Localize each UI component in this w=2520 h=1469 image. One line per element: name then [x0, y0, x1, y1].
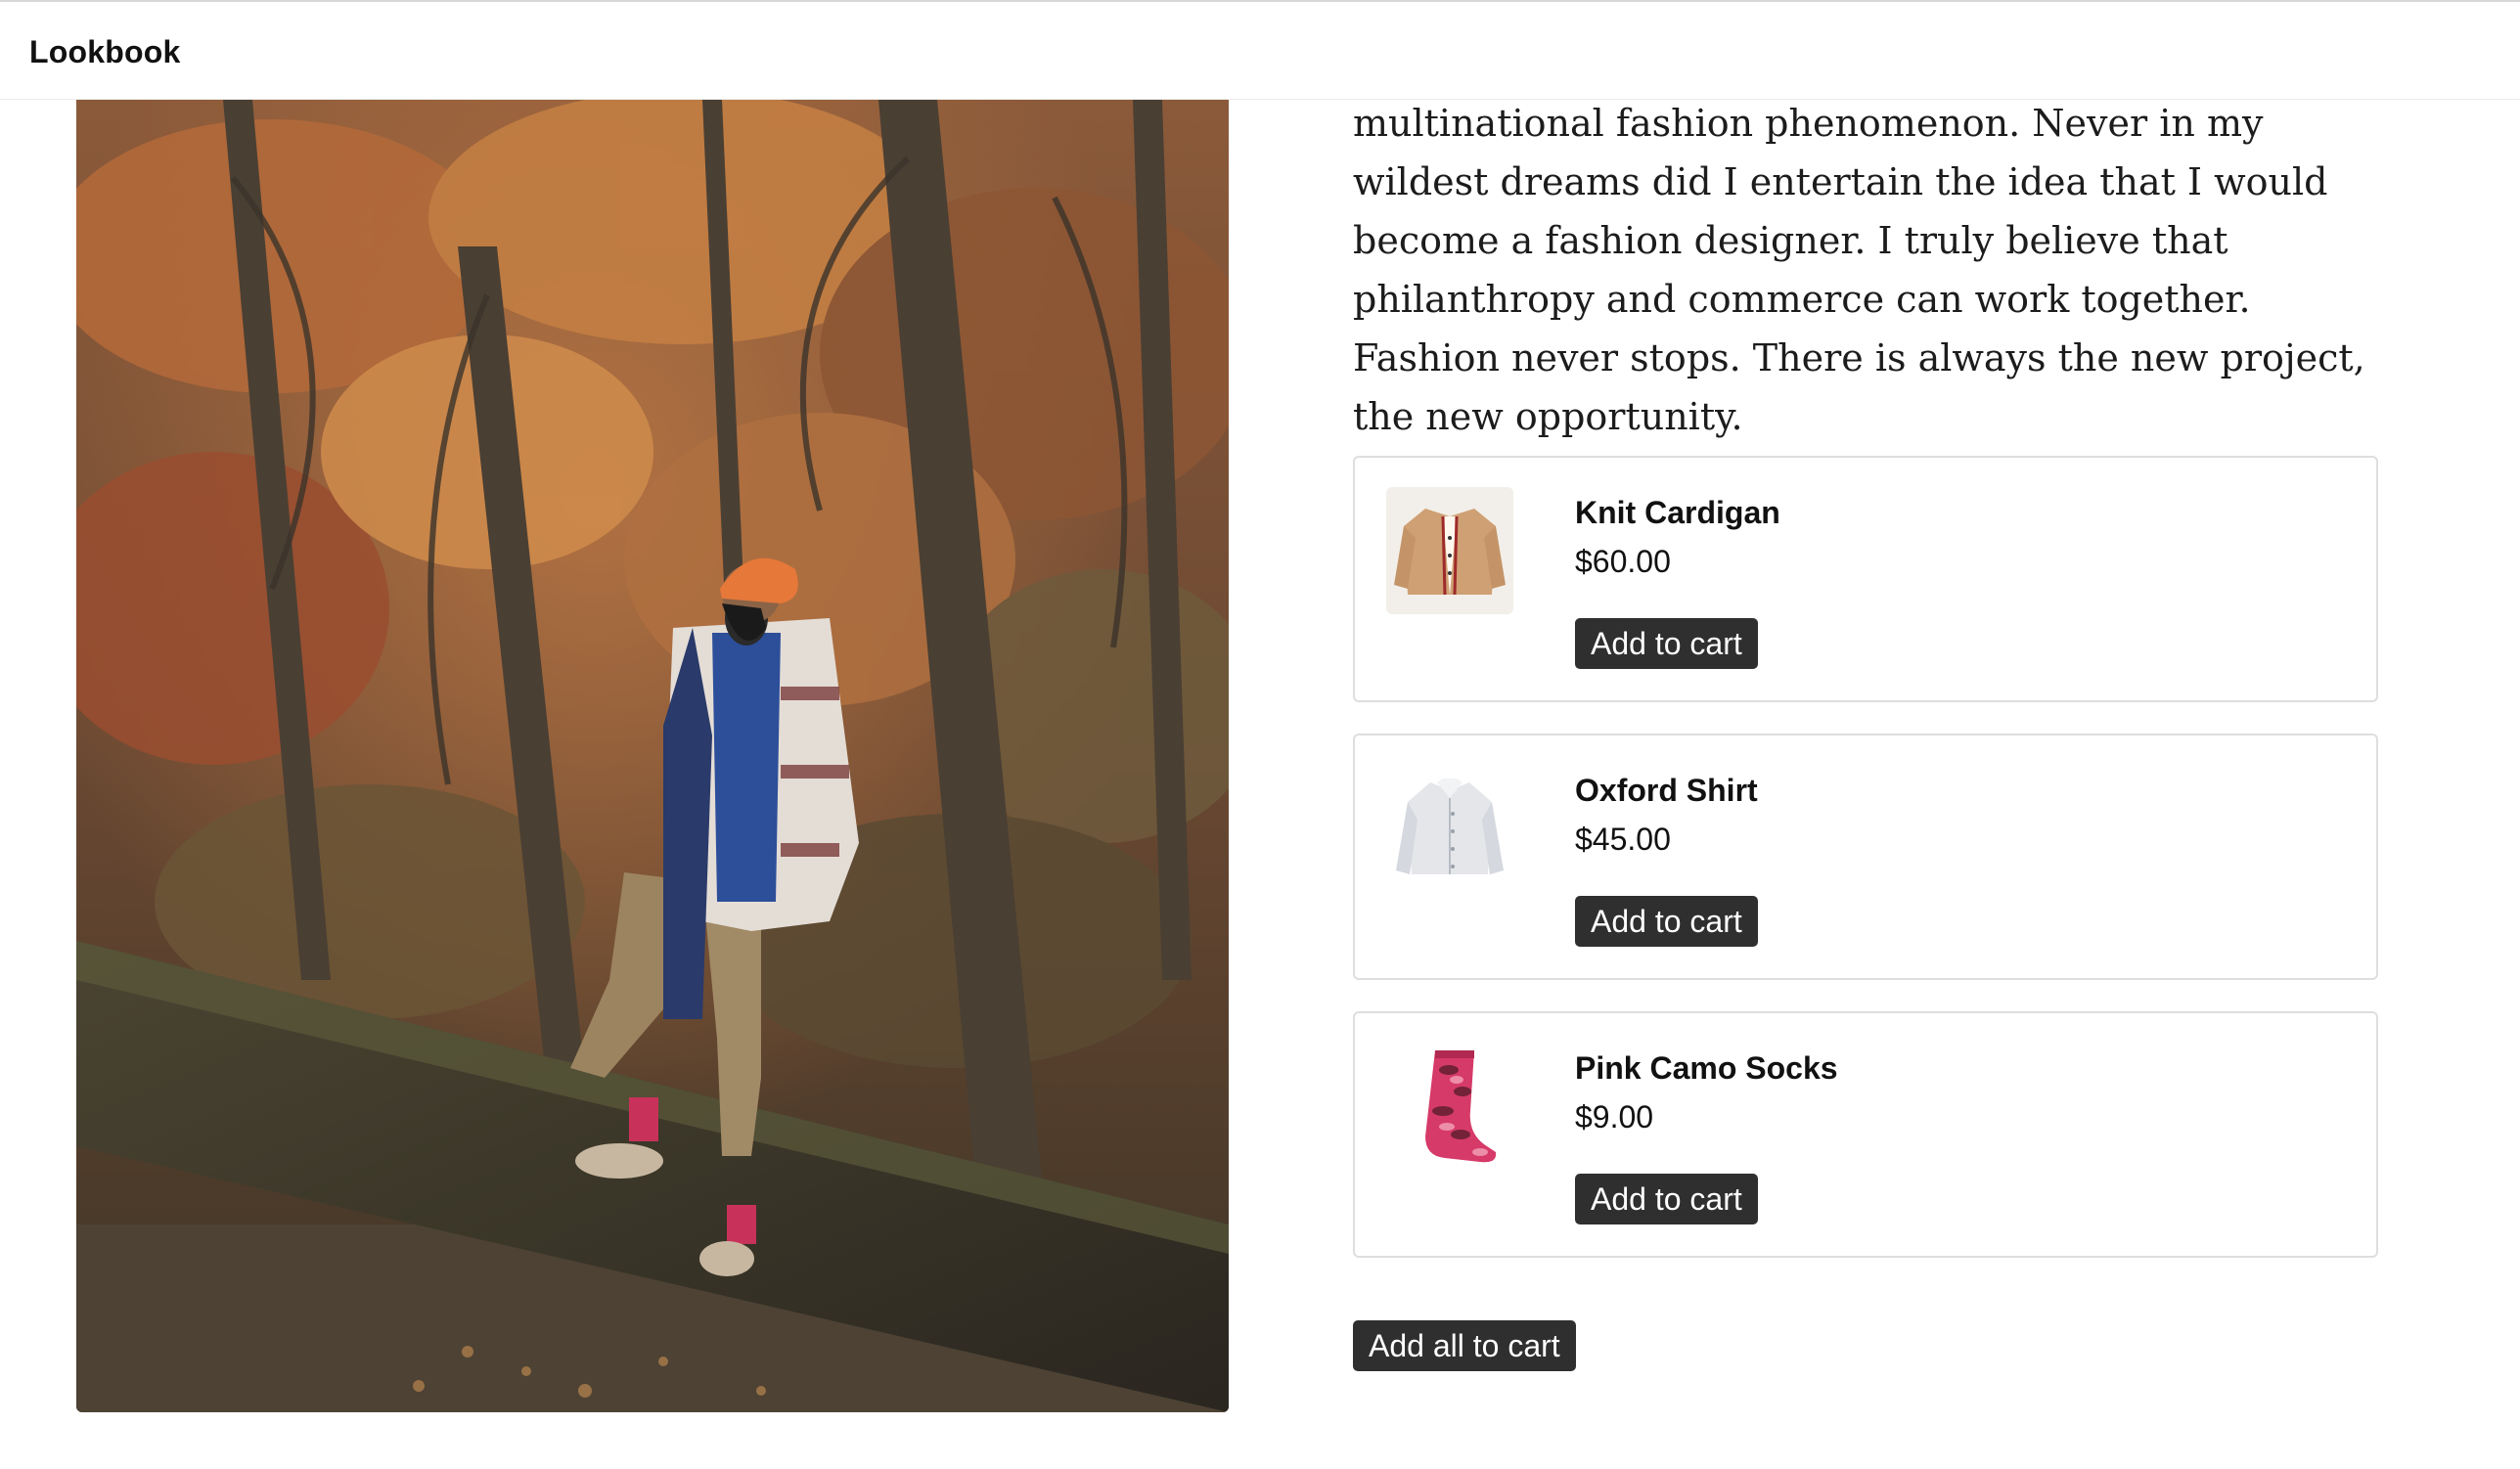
- story-paragraph: multinational fashion phenomenon. Never …: [1353, 102, 2365, 438]
- product-name[interactable]: Knit Cardigan: [1575, 495, 1780, 531]
- lookbook-photo: [76, 100, 1229, 1412]
- product-card: Knit Cardigan $60.00 Add to cart: [1353, 456, 2378, 702]
- product-name[interactable]: Pink Camo Socks: [1575, 1050, 1838, 1087]
- add-all-to-cart-button[interactable]: Add all to cart: [1353, 1320, 1576, 1371]
- top-bar: Lookbook: [0, 0, 2520, 100]
- add-to-cart-button[interactable]: Add to cart: [1575, 1174, 1758, 1224]
- product-card: Pink Camo Socks $9.00 Add to cart: [1353, 1011, 2378, 1258]
- cardigan-thumbnail: [1386, 487, 1513, 614]
- product-price: $9.00: [1575, 1099, 1654, 1135]
- product-price: $45.00: [1575, 822, 1671, 857]
- add-to-cart-button[interactable]: Add to cart: [1575, 618, 1758, 669]
- socks-thumbnail: [1386, 1043, 1513, 1170]
- product-card: Oxford Shirt $45.00 Add to cart: [1353, 734, 2378, 980]
- add-to-cart-button[interactable]: Add to cart: [1575, 896, 1758, 947]
- product-name[interactable]: Oxford Shirt: [1575, 773, 1758, 809]
- brand-title[interactable]: Lookbook: [29, 34, 180, 70]
- product-price: $60.00: [1575, 544, 1671, 579]
- shirt-thumbnail: [1386, 765, 1513, 892]
